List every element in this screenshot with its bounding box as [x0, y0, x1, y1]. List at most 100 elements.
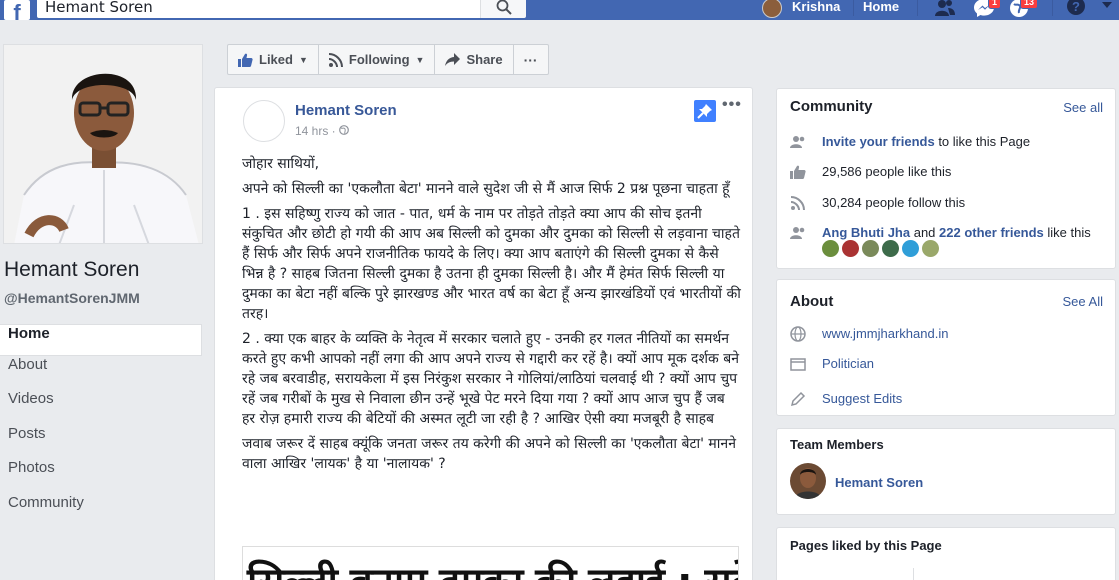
more-options-button[interactable]: ···	[514, 45, 548, 74]
post-paragraph: 2 . क्या एक बाहर के व्यक्ति के नेतृत्व म…	[242, 331, 739, 427]
share-button[interactable]: Share	[435, 45, 514, 74]
globe-icon	[339, 125, 349, 135]
team-member-row: Hemant Soren	[835, 474, 1107, 492]
messages-badge: 1	[988, 0, 1002, 9]
thumbs-up-icon	[790, 165, 806, 179]
post-author-avatar[interactable]	[243, 100, 285, 142]
share-label: Share	[466, 52, 503, 67]
facebook-logo-icon[interactable]: f	[4, 0, 30, 20]
home-link[interactable]: Home	[863, 0, 899, 14]
friend-avatar[interactable]	[862, 240, 879, 257]
friend-avatar[interactable]	[822, 240, 839, 257]
invite-friends-row: Invite your friends to like this Page	[790, 133, 1107, 151]
post-timestamp[interactable]: 14 hrs ·	[295, 124, 349, 138]
people-icon	[790, 136, 805, 148]
liked-label: Liked	[259, 52, 293, 67]
help-icon[interactable]: ?	[1065, 0, 1087, 18]
thumbs-up-icon	[238, 53, 253, 67]
likes-count-text: 29,586 people like this	[822, 164, 952, 179]
chevron-down-icon: ▼	[415, 54, 425, 65]
and-text: and	[910, 225, 940, 240]
profile-picture[interactable]	[3, 44, 203, 244]
search-button[interactable]	[480, 0, 526, 18]
people-icon	[790, 227, 805, 239]
friend-avatar[interactable]	[842, 240, 859, 257]
post-text: जोहार साथियों, अपने को सिल्ली का 'एकलौता…	[242, 154, 742, 479]
divider	[1052, 0, 1053, 16]
post-author-name[interactable]: Hemant Soren	[295, 102, 397, 119]
pages-liked-title: Pages liked by this Page	[790, 538, 942, 553]
nav-item-about[interactable]: About	[0, 356, 202, 390]
page-name: Hemant Soren	[4, 258, 140, 281]
suggest-edits-row: Suggest Edits	[790, 390, 1107, 408]
post-paragraph: जवाब जरूर दें साहब क्यूंकि जनता जरूर तय …	[242, 436, 736, 472]
pinned-post: Hemant Soren 14 hrs · ••• जोहार साथियों,…	[214, 87, 753, 580]
like-this-text: like this	[1043, 225, 1091, 240]
follows-count-text: 30,284 people follow this	[822, 195, 966, 210]
share-arrow-icon	[445, 53, 461, 66]
globe-icon	[790, 326, 806, 342]
community-see-all-link[interactable]: See all	[1063, 100, 1103, 115]
invite-friends-link[interactable]: Invite your friends	[822, 134, 935, 149]
team-member-avatar[interactable]	[790, 463, 826, 499]
profile-photo-illustration	[4, 45, 202, 243]
nav-item-photos[interactable]: Photos	[0, 459, 202, 493]
other-friends-link[interactable]: 222 other friends	[939, 225, 1044, 240]
page-action-bar: Liked ▼ Following ▼ Share ···	[227, 44, 549, 75]
search-input[interactable]: Hemant Soren	[37, 0, 482, 18]
friend-requests-icon[interactable]	[934, 0, 956, 18]
website-link[interactable]: www.jmmjharkhand.in	[822, 325, 948, 343]
category-row: Politician	[790, 355, 1107, 373]
post-image-headline: सिल्ली बनाम दुमका की लड़ाई : सुदेश	[247, 553, 738, 580]
friend-avatars	[822, 240, 939, 257]
nav-item-home[interactable]: Home	[0, 324, 202, 356]
post-time-text: 14 hrs ·	[295, 124, 336, 138]
top-navigation-bar: f Hemant Soren Krishna Home 1 13 ?	[0, 0, 1119, 20]
more-icon: ···	[523, 51, 538, 68]
invite-text: to like this Page	[934, 134, 1031, 149]
following-button[interactable]: Following ▼	[319, 45, 436, 74]
category-tag-icon	[790, 358, 806, 371]
svg-text:?: ?	[1072, 0, 1080, 14]
divider	[917, 0, 918, 16]
post-paragraph: जोहार साथियों,	[242, 156, 320, 172]
about-card: About See All www.jmmjharkhand.in Politi…	[776, 279, 1116, 416]
chevron-down-icon: ▼	[298, 54, 308, 65]
page-navigation: Home About Videos Posts Photos Community	[0, 324, 202, 528]
friend-avatar[interactable]	[902, 240, 919, 257]
post-paragraph: अपने को सिल्ली का 'एकलौता बेटा' मानने वा…	[242, 181, 730, 197]
about-title: About	[790, 293, 834, 310]
nav-item-videos[interactable]: Videos	[0, 390, 202, 424]
page-username[interactable]: @HemantSorenJMM	[4, 290, 140, 306]
friend-avatar[interactable]	[922, 240, 939, 257]
liked-button[interactable]: Liked ▼	[228, 45, 319, 74]
divider	[913, 568, 914, 580]
user-avatar[interactable]	[762, 0, 782, 18]
likes-row: 29,586 people like this	[790, 163, 1107, 181]
nav-item-community[interactable]: Community	[0, 494, 202, 528]
community-card: Community See all Invite your friends to…	[776, 88, 1116, 269]
nav-item-posts[interactable]: Posts	[0, 425, 202, 459]
account-dropdown-icon[interactable]	[1096, 0, 1118, 18]
rss-icon	[790, 196, 805, 211]
team-member-name[interactable]: Hemant Soren	[835, 475, 923, 490]
team-members-card: Team Members Hemant Soren	[776, 428, 1116, 515]
search-icon	[496, 0, 512, 15]
friend-name-link[interactable]: Ang Bhuti Jha	[822, 225, 910, 240]
following-label: Following	[348, 52, 410, 67]
pin-icon[interactable]	[694, 100, 716, 122]
user-profile-link[interactable]: Krishna	[792, 0, 840, 14]
post-paragraph: 1 . इस सहिष्णु राज्य को जात - पात, धर्म …	[242, 206, 741, 322]
rss-icon	[328, 52, 343, 67]
category-link[interactable]: Politician	[822, 355, 874, 373]
suggest-edits-link[interactable]: Suggest Edits	[822, 390, 902, 408]
post-image[interactable]: सिल्ली बनाम दुमका की लड़ाई : सुदेश	[242, 546, 739, 580]
friend-avatar[interactable]	[882, 240, 899, 257]
post-options-icon[interactable]: •••	[722, 96, 742, 114]
community-title: Community	[790, 98, 873, 115]
website-row: www.jmmjharkhand.in	[790, 325, 1107, 343]
pencil-icon	[790, 391, 806, 407]
notifications-badge: 13	[1020, 0, 1039, 9]
about-see-all-link[interactable]: See All	[1063, 294, 1103, 309]
follows-row: 30,284 people follow this	[790, 194, 1107, 212]
